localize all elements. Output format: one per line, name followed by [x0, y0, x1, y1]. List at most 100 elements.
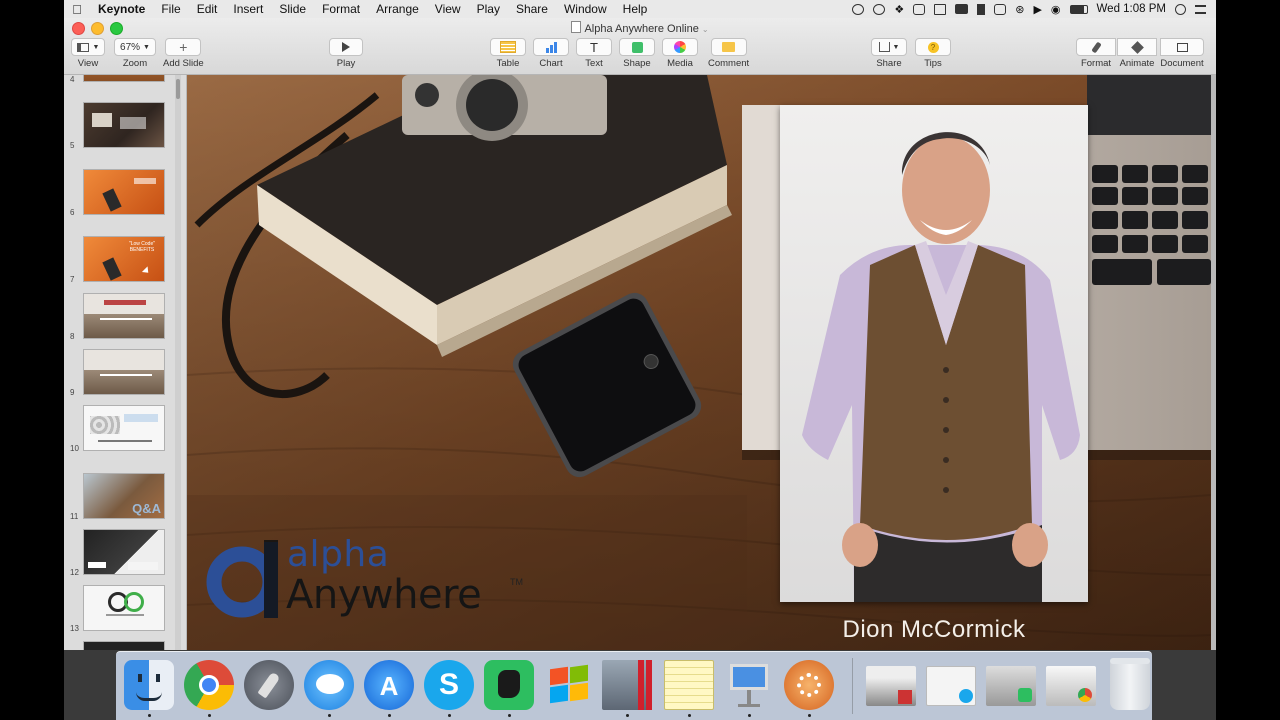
notes-icon[interactable] [664, 660, 714, 710]
menu-edit[interactable]: Edit [189, 2, 226, 16]
add-slide-button[interactable]: + [165, 38, 202, 56]
menu-arrange[interactable]: Arrange [368, 2, 427, 16]
tips-tool: ? Tips [915, 38, 951, 69]
menu-format[interactable]: Format [314, 2, 368, 16]
skype-icon[interactable]: S [424, 660, 474, 710]
slide-preview [83, 349, 165, 395]
slide-navigator[interactable]: 4 5 6 "Low Code" BENEFITS 7 8 9 10 Q&A 1… [64, 75, 187, 650]
parallels-icon[interactable] [602, 660, 652, 710]
minimized-window-thumbnail[interactable] [866, 666, 916, 706]
sync-icon[interactable] [852, 3, 865, 15]
dropbox-icon[interactable]: ❖ [894, 3, 904, 16]
table-button[interactable] [490, 38, 526, 56]
slide-number: 5 [70, 141, 75, 150]
menu-slide[interactable]: Slide [271, 2, 314, 16]
window-title-text: Alpha Anywhere Online [584, 23, 699, 35]
tips-button[interactable]: ? [915, 38, 951, 56]
menu-share[interactable]: Share [508, 2, 556, 16]
note-icon[interactable] [934, 3, 947, 15]
evernote-icon[interactable] [484, 660, 534, 710]
clock[interactable]: Wed 1:08 PM [1097, 3, 1166, 15]
dock-separator [852, 658, 853, 714]
apple-menu-icon[interactable]:  [64, 2, 90, 17]
person-illustration [802, 132, 1080, 602]
alpha-anywhere-logo[interactable]: alpha Anywhere TM [204, 534, 534, 630]
chrome-icon[interactable] [184, 660, 234, 710]
zoom-select[interactable]: 67% ▼ [114, 38, 156, 56]
zoom-tool: 67% ▼ Zoom [114, 38, 156, 69]
bluetooth-icon[interactable]: ⊛ [1015, 3, 1024, 16]
camtasia-icon[interactable] [784, 660, 834, 710]
minimized-window-thumbnail[interactable] [986, 666, 1036, 706]
chart-button[interactable] [533, 38, 569, 56]
slide-thumbnail[interactable]: 12 [64, 529, 176, 577]
slide-thumbnail[interactable]: "Low Code" BENEFITS 7 [64, 236, 176, 284]
media-button[interactable] [662, 38, 698, 56]
slide-preview-title: Q&A [132, 501, 161, 516]
chevron-down-icon[interactable]: ⌄ [702, 25, 709, 34]
launchpad-icon[interactable] [244, 660, 294, 710]
slide-thumbnail[interactable] [64, 641, 176, 650]
text-button[interactable]: T [576, 38, 612, 56]
menu-insert[interactable]: Insert [225, 2, 271, 16]
volume-icon[interactable]: ▶ [1033, 3, 1041, 16]
finder-icon[interactable] [124, 660, 174, 710]
tray-icon[interactable] [913, 3, 926, 15]
camera-icon[interactable] [955, 4, 969, 14]
shape-button[interactable] [619, 38, 655, 56]
keynote-icon[interactable] [724, 660, 774, 710]
messages-icon[interactable] [304, 660, 354, 710]
shape-tool: Shape [619, 38, 655, 69]
minus-circle-icon[interactable] [873, 3, 886, 15]
game-icon[interactable] [994, 3, 1007, 15]
slide-thumbnail[interactable]: 6 [64, 169, 176, 217]
menu-bar:  Keynote File Edit Insert Slide Format … [64, 0, 1216, 19]
menu-app-keynote[interactable]: Keynote [90, 2, 153, 16]
share-button[interactable]: ▼ [871, 38, 907, 56]
spotlight-search-icon[interactable] [1175, 3, 1186, 15]
slide-thumbnail[interactable]: 4 [64, 75, 176, 84]
menu-help[interactable]: Help [615, 2, 656, 16]
slide-thumbnail[interactable]: Q&A 11 [64, 473, 176, 521]
comment-button[interactable] [710, 38, 747, 56]
slide-thumbnail[interactable]: 8 [64, 293, 176, 341]
bookmark-icon[interactable] [977, 3, 986, 15]
slide-preview [83, 75, 165, 82]
menu-window[interactable]: Window [556, 2, 615, 16]
slide-number: 10 [70, 444, 79, 453]
add-slide-tool: + Add Slide [163, 38, 204, 69]
wifi-icon[interactable]: ◉ [1051, 3, 1061, 16]
slide-thumbnail[interactable]: 5 [64, 102, 176, 150]
slide-thumbnail[interactable]: 9 [64, 349, 176, 397]
animate-button[interactable] [1117, 38, 1157, 56]
chevron-down-icon: ▼ [143, 43, 150, 51]
slide-number: 4 [70, 75, 75, 84]
slide-thumbnail[interactable]: 10 [64, 405, 176, 453]
trash-icon[interactable] [1110, 658, 1150, 710]
dock: A S [116, 651, 1152, 720]
slide-preview [83, 169, 165, 215]
speaker-photo[interactable] [780, 105, 1088, 602]
battery-icon[interactable] [1069, 4, 1088, 14]
slide-preview [83, 293, 165, 339]
menu-play[interactable]: Play [469, 2, 508, 16]
windows-icon[interactable] [544, 660, 594, 710]
slide-canvas[interactable]: Dion McCormick alpha Anywhere TM [187, 75, 1211, 650]
table-tool: Table [490, 38, 526, 69]
format-button[interactable] [1076, 38, 1116, 56]
slide-number: 9 [70, 388, 75, 397]
play-button[interactable] [329, 38, 363, 56]
menu-view[interactable]: View [427, 2, 469, 16]
notification-center-icon[interactable] [1195, 4, 1206, 14]
slide-thumbnail[interactable]: 13 [64, 585, 176, 633]
minimized-window-thumbnail[interactable] [926, 666, 976, 706]
menu-file[interactable]: File [153, 2, 188, 16]
alpha-logo-mark [206, 540, 278, 618]
view-button[interactable]: ▼ [71, 38, 105, 56]
play-label: Play [336, 58, 356, 69]
speaker-name[interactable]: Dion McCormick [780, 616, 1088, 644]
minimized-window-thumbnail[interactable] [1046, 666, 1096, 706]
app-store-icon[interactable]: A [364, 660, 414, 710]
navigator-scrollbar-thumb[interactable] [176, 79, 180, 99]
document-button[interactable] [1160, 38, 1204, 56]
